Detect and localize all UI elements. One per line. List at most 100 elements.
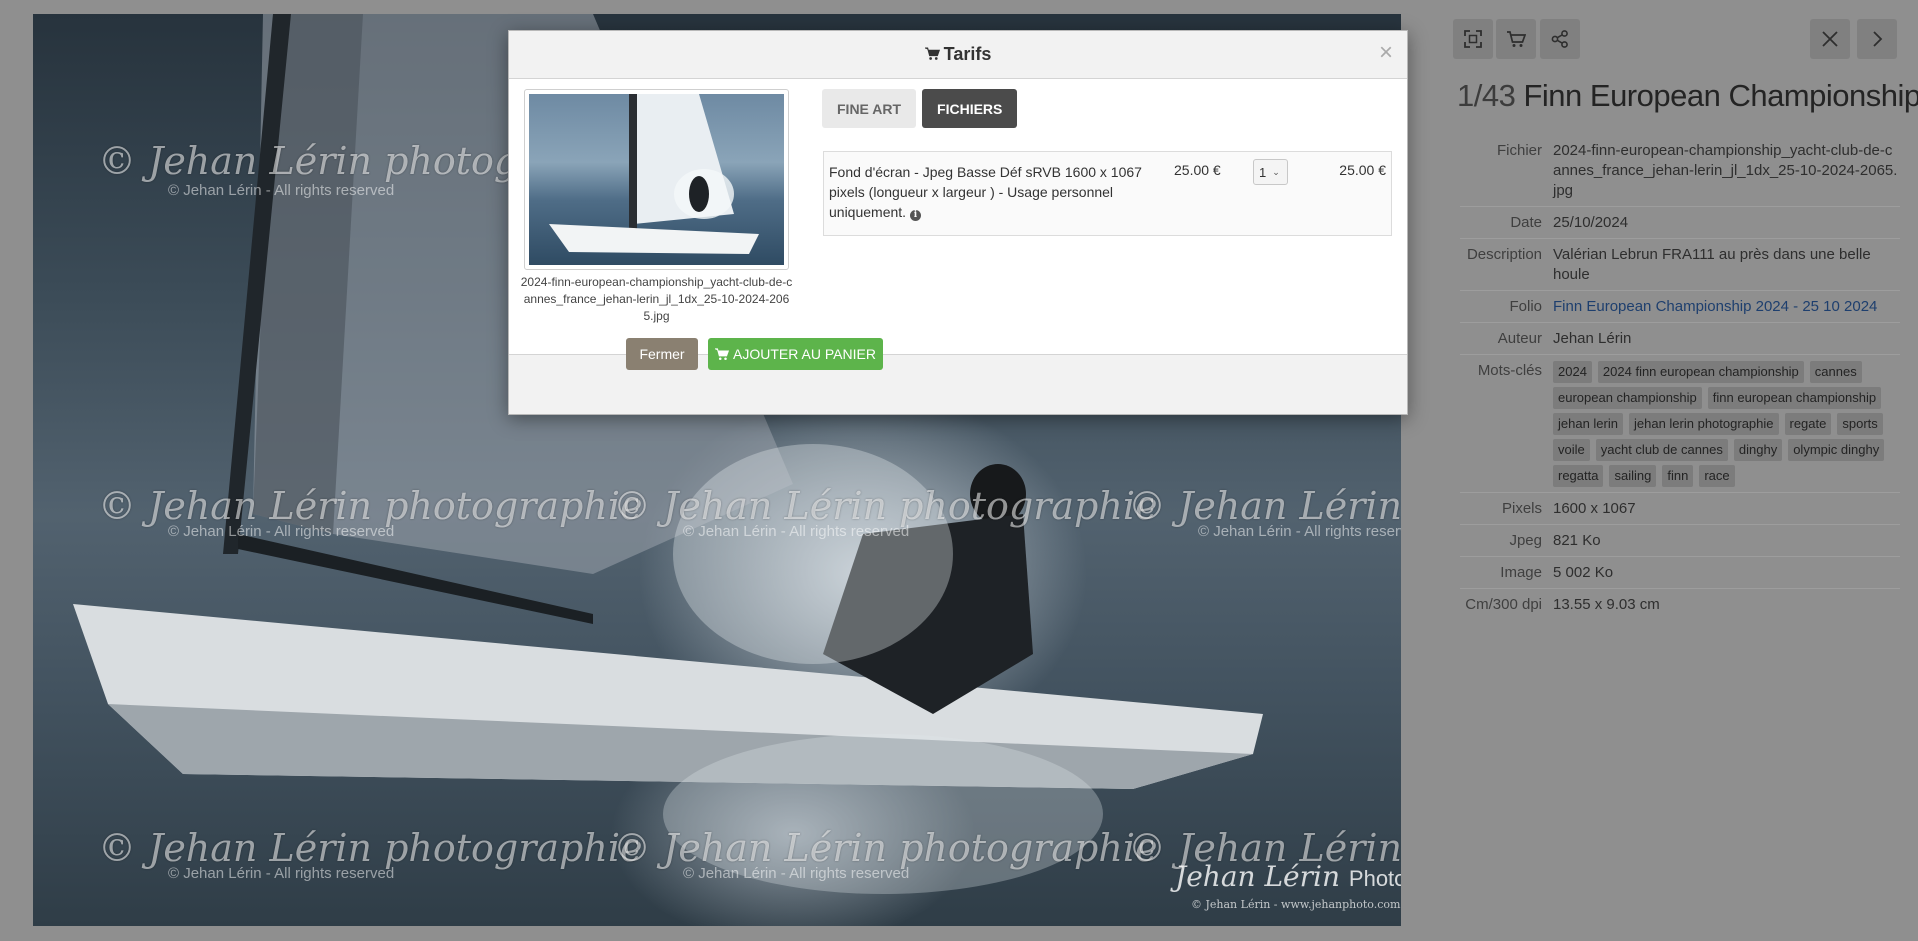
tab-fichiers[interactable]: FICHIERS <box>922 89 1018 128</box>
info-value-auteur: Jehan Lérin <box>1553 322 1900 355</box>
cart-icon <box>1507 31 1526 47</box>
cart-button[interactable] <box>1496 19 1536 59</box>
keyword-tag[interactable]: finn european championship <box>1707 387 1882 409</box>
info-row-folio: Folio Finn European Championship 2024 - 2… <box>1460 290 1900 323</box>
watermark-sub: © Jehan Lérin - All rights reserved <box>1198 523 1401 540</box>
product-description: Fond d'écran - Jpeg Basse Déf sRVB 1600 … <box>829 162 1151 222</box>
keyword-tag[interactable]: sports <box>1837 413 1883 435</box>
info-row-image: Image 5 002 Ko <box>1460 556 1900 589</box>
product-total: 25.00 € <box>1339 162 1386 178</box>
info-label: Jpeg <box>1460 524 1553 557</box>
keyword-tag[interactable]: dinghy <box>1733 439 1783 461</box>
info-row-motscles: Mots-clés 2024 2024 finn european champion… <box>1460 354 1900 493</box>
watermark-sub: © Jehan Lérin - All rights reserved <box>683 865 910 882</box>
photo-thumbnail <box>524 89 789 270</box>
signature-sub: © Jehan Lérin - www.jehanphoto.com <box>1191 898 1401 911</box>
watermark-text: © Jehan Lérin photographie <box>1128 484 1401 528</box>
info-value-description: Valérian Lebrun FRA111 au près dans une … <box>1553 238 1900 291</box>
info-value-cm: 13.55 x 9.03 cm <box>1553 588 1900 620</box>
modal-header: Tarifs × <box>509 31 1407 79</box>
watermark-text: © Jehan Lérin photographie <box>613 484 1158 528</box>
info-label: Date <box>1460 206 1553 239</box>
info-value-pixels: 1600 x 1067 <box>1553 492 1900 525</box>
keyword-tag[interactable]: jehan lerin photographie <box>1629 413 1779 435</box>
info-value-jpeg: 821 Ko <box>1553 524 1900 557</box>
product-unit-price: 25.00 € <box>1174 162 1221 178</box>
modal-title: Tarifs <box>509 44 1407 65</box>
keyword-tag[interactable]: finn <box>1662 465 1694 487</box>
watermark-sub: © Jehan Lérin - All rights reserved <box>683 523 910 540</box>
watermark-text: © Jehan Lérin photographie <box>98 484 643 528</box>
info-icon[interactable]: i <box>909 210 921 221</box>
keyword-tag[interactable]: european championship <box>1553 387 1702 409</box>
photo-info-table: Fichier 2024-finn-european-championship_y… <box>1460 135 1900 620</box>
quantity-value: 1 <box>1259 164 1267 180</box>
info-row-jpeg: Jpeg 821 Ko <box>1460 524 1900 557</box>
page-title: 1/43 Finn European Championship 2024 <box>1457 78 1918 114</box>
keyword-tags: 2024 2024 finn european championship canne… <box>1553 361 1900 487</box>
watermark-sub: © Jehan Lérin - All rights reserved <box>168 523 395 540</box>
keyword-tag[interactable]: voile <box>1553 439 1590 461</box>
info-value-date: 25/10/2024 <box>1553 206 1900 239</box>
info-label: Description <box>1460 238 1553 291</box>
info-row-description: Description Valérian Lebrun FRA111 au prè… <box>1460 238 1900 291</box>
product-description-text: Fond d'écran - Jpeg Basse Déf sRVB 1600 … <box>829 164 1142 220</box>
info-row-cm: Cm/300 dpi 13.55 x 9.03 cm <box>1460 588 1900 620</box>
keyword-tag[interactable]: cannes <box>1809 361 1862 383</box>
close-viewer-button[interactable] <box>1810 19 1850 59</box>
info-row-auteur: Auteur Jehan Lérin <box>1460 322 1900 355</box>
gallery-title: Finn European Championship 2024 <box>1523 78 1918 113</box>
add-to-cart-label: AJOUTER AU PANIER <box>733 346 876 362</box>
photographer-signature: Jehan Lérin Photographie <box>1175 860 1401 893</box>
info-label: Pixels <box>1460 492 1553 525</box>
info-row-fichier: Fichier 2024-finn-european-championship_y… <box>1460 135 1900 207</box>
watermark-sub: © Jehan Lérin - All rights reserved <box>168 182 395 199</box>
fermer-button[interactable]: Fermer <box>626 338 698 370</box>
photo-index: 1/43 <box>1457 78 1516 113</box>
share-icon <box>1551 30 1568 48</box>
keyword-tag[interactable]: jehan lerin <box>1553 413 1623 435</box>
keyword-tag[interactable]: race <box>1699 465 1735 487</box>
signature-name: Jehan Lérin <box>1175 860 1340 893</box>
fullscreen-button[interactable] <box>1453 19 1493 59</box>
info-label: Mots-clés <box>1460 354 1553 493</box>
chevron-down-icon: ⌄ <box>1272 166 1280 177</box>
signature-suffix: Photographie <box>1348 866 1401 891</box>
info-label: Cm/300 dpi <box>1460 588 1553 620</box>
thumbnail-filename: 2024-finn-european-championship_yacht-cl… <box>520 275 793 323</box>
keyword-tag[interactable]: olympic dinghy <box>1788 439 1885 461</box>
add-to-cart-button[interactable]: AJOUTER AU PANIER <box>708 338 883 370</box>
close-icon <box>1822 31 1838 47</box>
info-label: Fichier <box>1496 142 1542 159</box>
watermark-text: © Jehan Lérin photographie <box>98 826 643 870</box>
tab-fine-art[interactable]: FINE ART <box>822 89 917 128</box>
info-label: Image <box>1460 556 1553 589</box>
keyword-tag[interactable]: 2024 finn european championship <box>1597 361 1804 383</box>
chevron-right-icon <box>1873 31 1883 47</box>
pricing-tabs: FINE ART FICHIERS <box>822 89 1018 128</box>
keyword-tag[interactable]: regate <box>1784 413 1832 435</box>
info-value-image: 5 002 Ko <box>1553 556 1900 589</box>
cart-icon <box>715 347 730 360</box>
keyword-tag[interactable]: yacht club de cannes <box>1595 439 1728 461</box>
modal-close-button[interactable]: × <box>1379 41 1393 65</box>
folio-link[interactable]: Finn European Championship 2024 - 25 10 … <box>1553 298 1877 315</box>
cart-icon <box>924 47 940 60</box>
info-row-pixels: Pixels 1600 x 1067 <box>1460 492 1900 525</box>
quantity-select[interactable]: 1 ⌄ <box>1253 159 1288 185</box>
share-button[interactable] <box>1540 19 1580 59</box>
info-label: Auteur <box>1460 322 1553 355</box>
info-row-date: Date 25/10/2024 <box>1460 206 1900 239</box>
watermark-text: © Jehan Lérin photographie <box>613 826 1158 870</box>
info-value-fichier: 2024-finn-european-championship_yacht-cl… <box>1553 142 1898 199</box>
product-row: Fond d'écran - Jpeg Basse Déf sRVB 1600 … <box>823 151 1392 236</box>
watermark-sub: © Jehan Lérin - All rights reserved <box>168 865 395 882</box>
keyword-tag[interactable]: 2024 <box>1553 361 1592 383</box>
next-button[interactable] <box>1857 19 1897 59</box>
keyword-tag[interactable]: sailing <box>1609 465 1657 487</box>
info-label: Folio <box>1460 290 1553 323</box>
keyword-tag[interactable]: regatta <box>1553 465 1604 487</box>
modal-title-text: Tarifs <box>943 44 992 64</box>
thumbnail-image <box>549 94 759 254</box>
fullscreen-icon <box>1464 30 1482 48</box>
